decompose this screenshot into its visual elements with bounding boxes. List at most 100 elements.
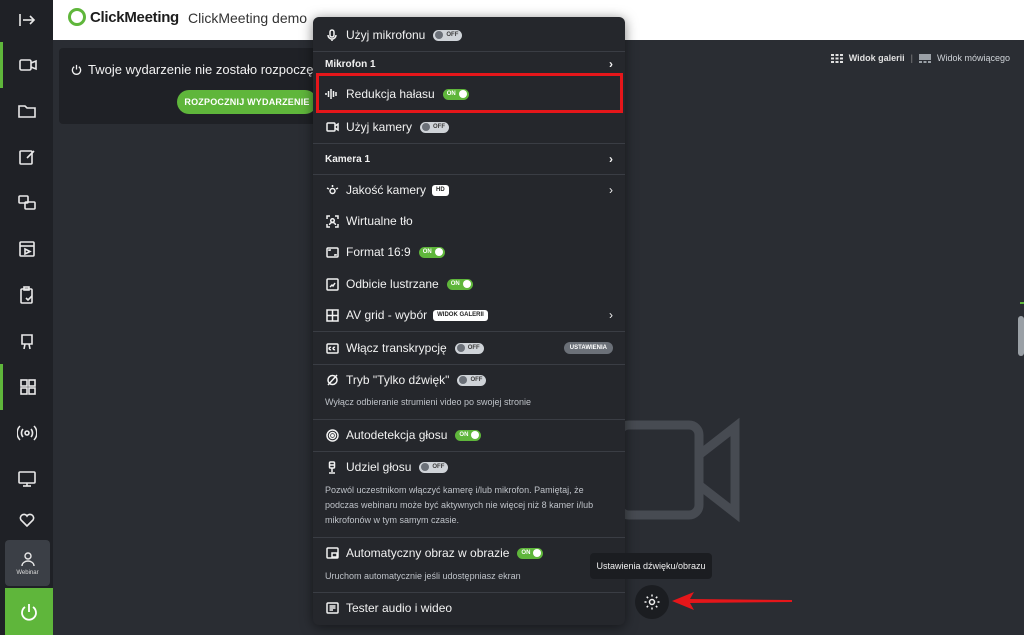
menu-item-give-voice[interactable]: Udziel głosu OFF	[313, 453, 625, 481]
video-icon	[19, 59, 37, 71]
start-event-button[interactable]: ROZPOCZNIJ WYDARZENIE	[177, 90, 317, 114]
end-session-button[interactable]	[5, 588, 53, 635]
toggle-knob	[462, 280, 471, 288]
transcription-toggle[interactable]: OFF	[454, 342, 484, 354]
menu-item-use-microphone[interactable]: Użyj mikrofonu OFF	[313, 21, 625, 49]
webinar-type-button[interactable]: Webinar	[5, 540, 50, 586]
sidebar-item-screen-share[interactable]	[0, 180, 53, 226]
chevron-right-icon: ›	[609, 183, 613, 197]
menu-divider	[313, 174, 625, 175]
menu-item-use-camera[interactable]: Użyj kamery OFF	[313, 113, 625, 141]
sidebar-item-files[interactable]	[0, 88, 53, 134]
speaker-view-button[interactable]: Widok mówiącego	[937, 53, 1010, 63]
menu-divider	[313, 364, 625, 365]
speaker-view-icon	[918, 53, 931, 63]
folder-icon	[17, 105, 36, 118]
transcription-settings-button[interactable]: USTAWIENIA	[563, 342, 613, 354]
menu-item-av-grid[interactable]: AV grid - wybór WIDOK GALERII ›	[313, 301, 625, 329]
settings-tooltip: Ustawienia dźwięku/obrazu	[590, 553, 712, 579]
mic-toggle[interactable]: OFF	[433, 29, 463, 41]
camera-toggle-state: OFF	[433, 124, 446, 130]
give-voice-toggle[interactable]: OFF	[419, 461, 449, 473]
power-icon	[21, 603, 37, 621]
left-sidebar: Webinar	[0, 40, 53, 635]
grid-icon	[325, 308, 339, 322]
sidebar-item-video[interactable]	[0, 42, 53, 88]
audio-only-description: Wyłącz odbieranie strumieni video po swo…	[325, 397, 532, 407]
autodetect-toggle[interactable]: ON	[455, 429, 482, 441]
share-screen-icon	[17, 195, 36, 210]
give-voice-toggle-state: OFF	[432, 464, 445, 470]
toggle-knob	[421, 463, 430, 471]
menu-item-camera-quality[interactable]: Jakość kamery HD ›	[313, 176, 625, 204]
camera-icon	[325, 122, 339, 132]
voice-detect-icon	[325, 428, 339, 442]
event-title: ClickMeeting demo	[188, 10, 308, 26]
video-off-icon	[326, 374, 338, 386]
menu-item-format[interactable]: Format 16:9 ON	[313, 238, 625, 266]
menu-item-picture-in-picture[interactable]: Automatyczny obraz w obrazie ON	[313, 539, 625, 567]
menu-divider	[313, 592, 625, 593]
tester-icon	[325, 602, 339, 614]
av-settings-button[interactable]	[635, 585, 669, 619]
expand-sidebar-button[interactable]	[0, 0, 53, 40]
gallery-view-button[interactable]: Widok galerii	[849, 53, 905, 63]
toggle-knob	[422, 123, 431, 131]
pip-description: Uruchom automatycznie jeśli udostępniasz…	[325, 571, 521, 581]
expand-icon	[18, 14, 35, 26]
transcription-toggle-state: OFF	[467, 345, 480, 351]
toggle-knob	[533, 549, 542, 557]
menu-item-voice-autodetect[interactable]: Autodetekcja głosu ON	[313, 421, 625, 449]
closed-captions-icon	[325, 342, 339, 354]
menu-item-audio-only[interactable]: Tryb "Tylko dźwięk" OFF	[313, 366, 625, 394]
transcription-label: Włącz transkrypcję	[346, 341, 447, 355]
pip-toggle[interactable]: ON	[517, 547, 544, 559]
broadcast-icon	[16, 425, 37, 441]
monitor-icon	[17, 471, 36, 487]
autodetect-label: Autodetekcja głosu	[346, 428, 448, 442]
mirror-icon	[325, 277, 339, 291]
format-toggle[interactable]: ON	[418, 246, 445, 258]
menu-item-virtual-background[interactable]: Wirtualne tło	[313, 207, 625, 235]
autodetect-toggle-state: ON	[459, 432, 469, 438]
chevron-right-icon: ›	[609, 308, 613, 322]
tester-label: Tester audio i wideo	[346, 601, 453, 615]
event-status-text: Twoje wydarzenie nie zostało rozpoczęte	[88, 62, 325, 77]
grid-label: AV grid - wybór	[346, 308, 428, 322]
sidebar-item-presentation[interactable]	[0, 226, 53, 272]
logo-text: ClickMeeting	[90, 8, 179, 26]
menu-divider	[313, 143, 625, 144]
give-voice-description: Pozwól uczestnikom włączyć kamerę i/lub …	[325, 485, 594, 525]
mirror-label: Odbicie lustrzane	[346, 277, 439, 291]
power-icon	[71, 64, 82, 75]
app-logo[interactable]: ClickMeeting	[68, 8, 179, 26]
view-separator: |	[910, 53, 913, 63]
scrollbar[interactable]	[1018, 316, 1024, 356]
menu-item-transcription[interactable]: Włącz transkrypcję OFF USTAWIENIA	[313, 334, 625, 362]
camera-toggle[interactable]: OFF	[420, 121, 450, 133]
sidebar-item-monitor[interactable]	[0, 456, 53, 502]
toggle-knob	[434, 248, 443, 256]
sidebar-item-polls[interactable]	[0, 272, 53, 318]
sidebar-item-favorites[interactable]	[0, 510, 53, 530]
sidebar-item-whiteboard[interactable]	[0, 318, 53, 364]
sidebar-item-broadcast[interactable]	[0, 410, 53, 456]
toggle-knob	[471, 431, 480, 439]
mirror-toggle-state: ON	[450, 281, 460, 287]
give-voice-label: Udziel głosu	[346, 460, 412, 474]
sidebar-item-layout[interactable]	[0, 364, 53, 410]
audio-only-toggle-state: OFF	[470, 377, 483, 383]
aspect-ratio-icon	[325, 246, 339, 258]
audio-only-toggle[interactable]: OFF	[457, 374, 487, 386]
microphone-stand-icon	[328, 460, 336, 474]
camera-device-label: Kamera 1	[325, 153, 371, 165]
mirror-toggle[interactable]: ON	[446, 278, 473, 290]
edit-icon	[18, 150, 35, 165]
menu-item-camera-device[interactable]: Kamera 1 ›	[313, 146, 625, 172]
menu-item-av-tester[interactable]: Tester audio i wideo	[313, 595, 625, 621]
gear-icon	[644, 594, 660, 610]
menu-item-mirror[interactable]: Odbicie lustrzane ON	[313, 270, 625, 298]
menu-divider	[313, 331, 625, 332]
sidebar-item-notes[interactable]	[0, 134, 53, 180]
menu-item-mic-device[interactable]: Mikrofon 1 ›	[313, 53, 625, 75]
